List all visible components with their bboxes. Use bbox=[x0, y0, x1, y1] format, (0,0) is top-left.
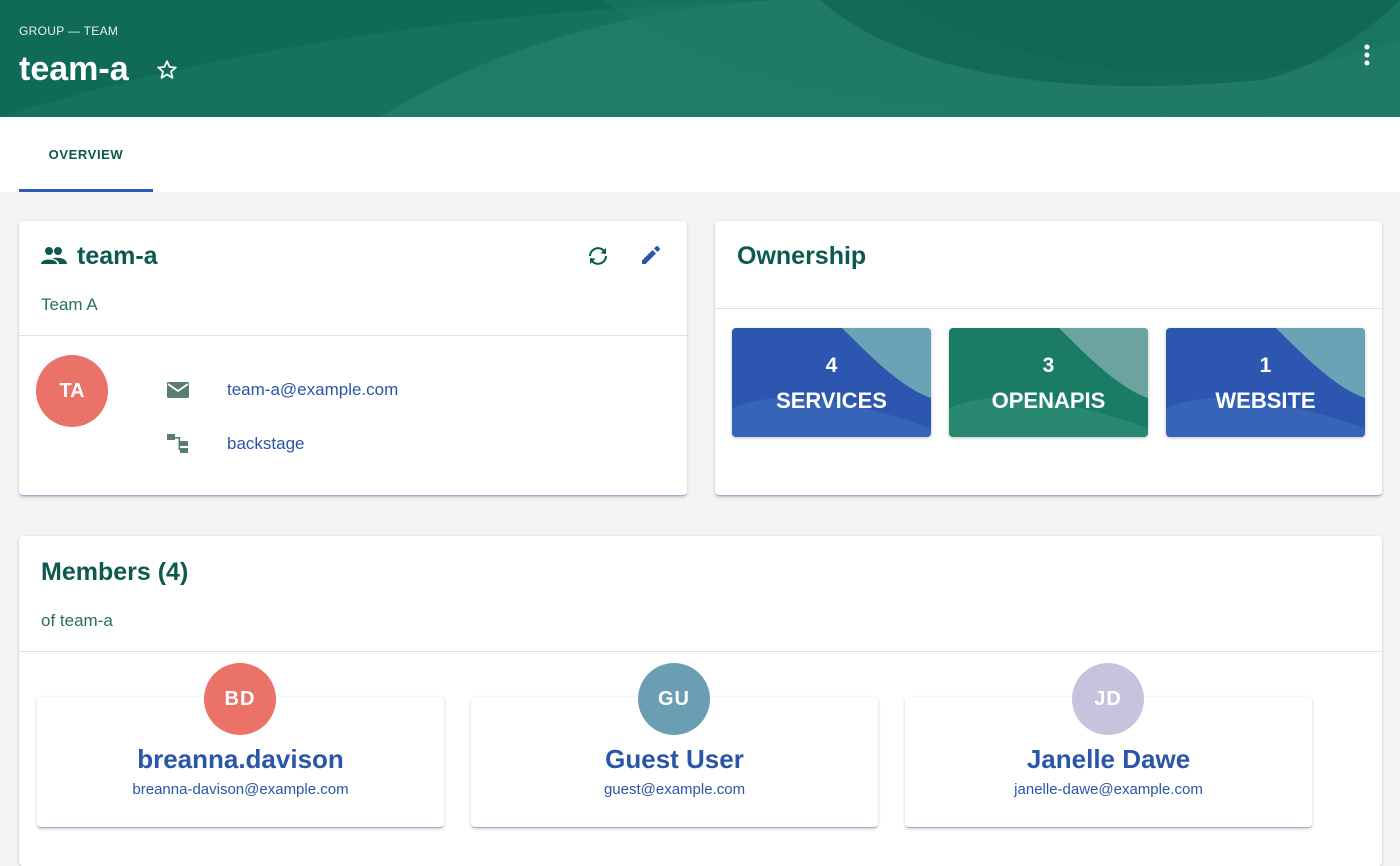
divider bbox=[715, 308, 1382, 309]
members-card: Members (4) of team-a BD breanna.davison… bbox=[19, 536, 1382, 866]
breadcrumb: GROUP — TEAM bbox=[19, 24, 119, 38]
page-title: team-a bbox=[19, 50, 129, 88]
ownership-tile-services[interactable]: 4 SERVICES bbox=[732, 328, 931, 437]
group-icon bbox=[41, 247, 67, 264]
avatar: TA bbox=[36, 355, 108, 427]
ownership-label: SERVICES bbox=[776, 388, 887, 413]
member-email: janelle-dawe@example.com bbox=[1014, 781, 1203, 798]
member-email: breanna-davison@example.com bbox=[132, 781, 349, 798]
ownership-label: OPENAPIS bbox=[991, 388, 1106, 413]
more-vertical-icon[interactable] bbox=[1364, 44, 1370, 66]
member-name-link[interactable]: Guest User bbox=[471, 744, 878, 775]
tab-overview[interactable]: OVERVIEW bbox=[19, 117, 153, 192]
refresh-icon[interactable] bbox=[585, 245, 611, 267]
member-name-link[interactable]: Janelle Dawe bbox=[905, 744, 1312, 775]
tile-background bbox=[732, 328, 931, 437]
avatar: JD bbox=[1072, 663, 1144, 735]
member-name-link[interactable]: breanna.davison bbox=[37, 744, 444, 775]
page-header: GROUP — TEAM team-a bbox=[0, 0, 1400, 117]
hierarchy-icon bbox=[167, 434, 188, 453]
ownership-count: 3 bbox=[1042, 354, 1055, 377]
ownership-tile-openapis[interactable]: 3 OPENAPIS bbox=[949, 328, 1148, 437]
ownership-label: WEBSITE bbox=[1215, 388, 1316, 413]
team-info-card: team-a Team A TA team-a@example.com back… bbox=[19, 221, 687, 496]
divider bbox=[19, 335, 687, 336]
ownership-title: Ownership bbox=[737, 242, 867, 270]
email-icon bbox=[167, 382, 189, 398]
ownership-card: Ownership 4 SERVICES 3 OPENAPIS 1 WEBSIT… bbox=[715, 221, 1382, 496]
tab-indicator bbox=[19, 189, 153, 192]
avatar: GU bbox=[638, 663, 710, 735]
tab-bar: OVERVIEW bbox=[0, 117, 1400, 192]
member-email: guest@example.com bbox=[603, 781, 746, 798]
team-card-title: team-a bbox=[77, 242, 158, 270]
divider bbox=[19, 651, 1382, 652]
team-description: Team A bbox=[41, 295, 98, 314]
tile-background bbox=[1166, 328, 1365, 437]
team-email-link[interactable]: team-a@example.com bbox=[227, 380, 398, 400]
header-background bbox=[0, 0, 1400, 117]
parent-group-link[interactable]: backstage bbox=[227, 434, 305, 454]
edit-icon[interactable] bbox=[640, 244, 662, 266]
tile-background bbox=[949, 328, 1148, 437]
ownership-tile-website[interactable]: 1 WEBSITE bbox=[1166, 328, 1365, 437]
members-subtitle: of team-a bbox=[41, 611, 113, 630]
avatar: BD bbox=[204, 663, 276, 735]
star-icon[interactable] bbox=[155, 58, 179, 82]
ownership-count: 1 bbox=[1259, 354, 1272, 377]
ownership-count: 4 bbox=[825, 354, 838, 377]
members-title: Members (4) bbox=[41, 558, 189, 586]
